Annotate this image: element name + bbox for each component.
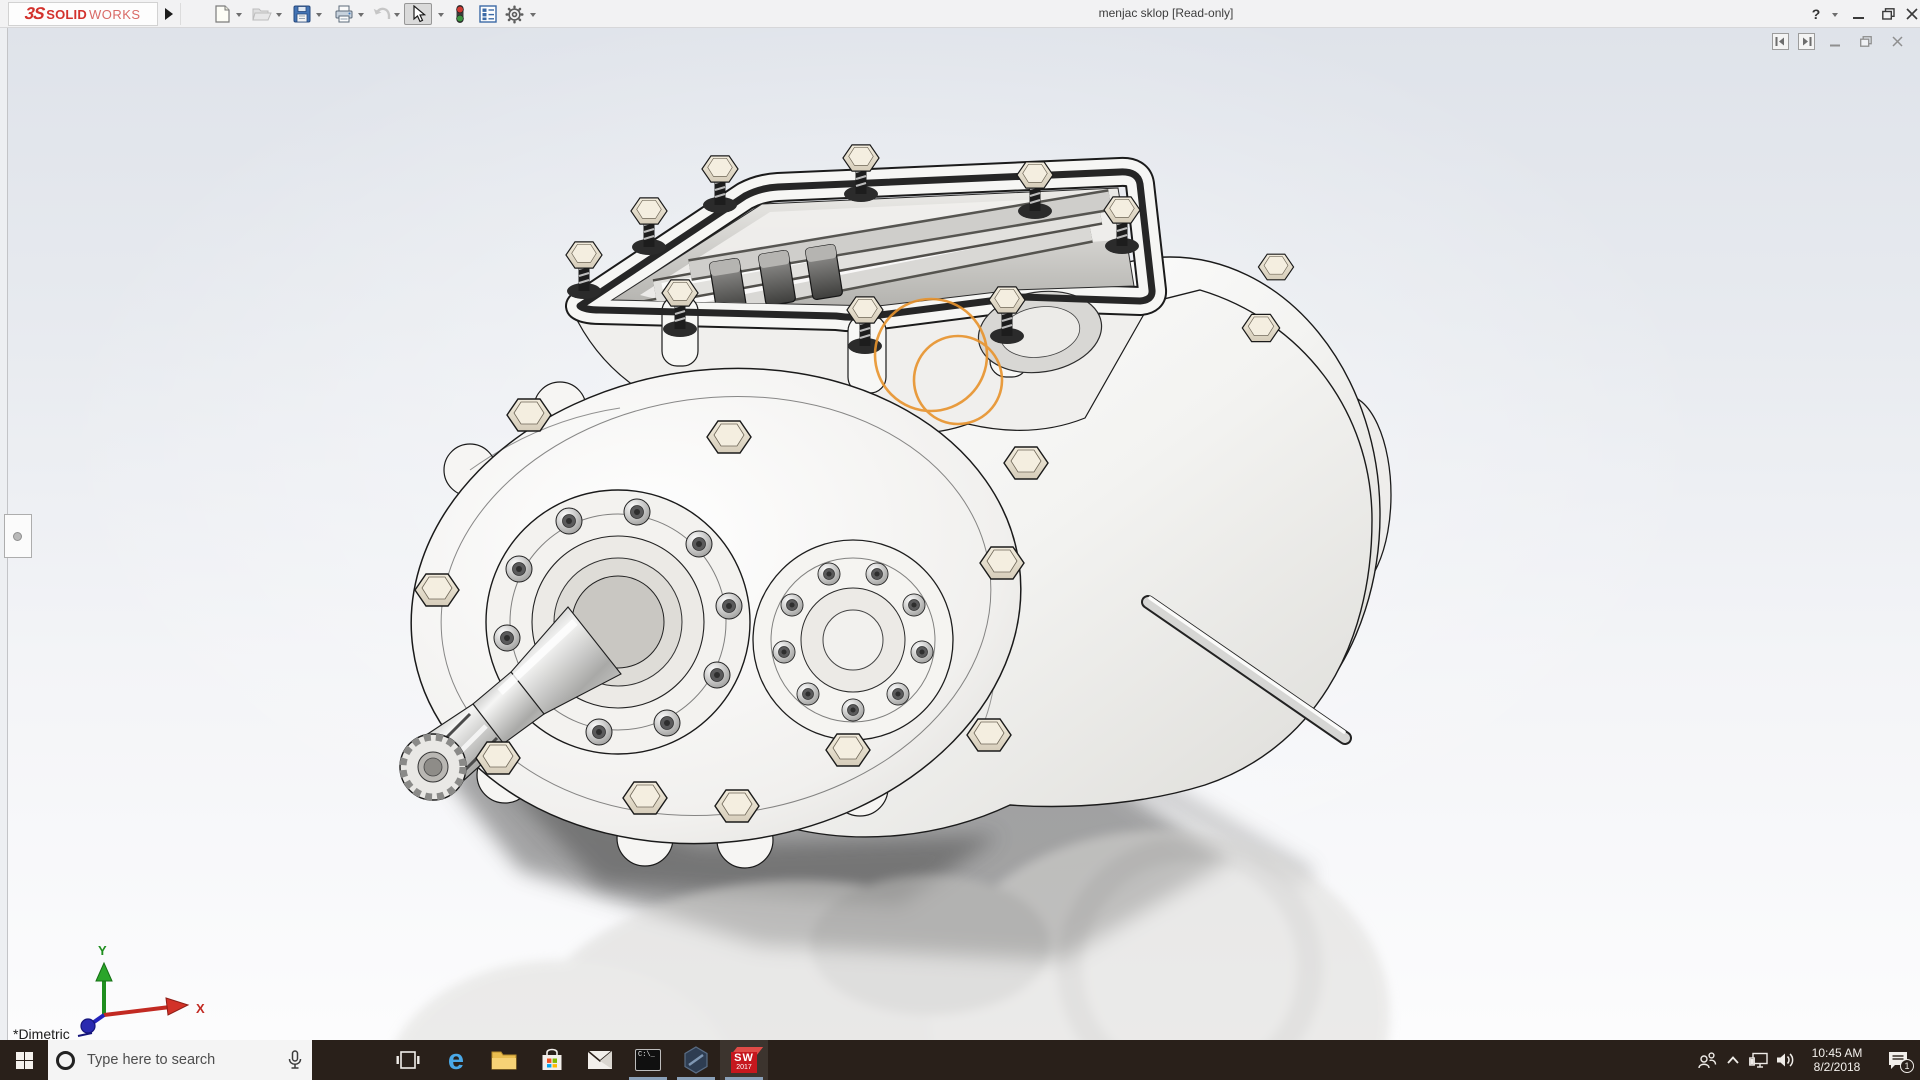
restore-icon <box>1881 8 1895 20</box>
notification-badge: 1 <box>1900 1059 1914 1073</box>
doc-minimize-icon <box>1830 44 1840 46</box>
traffic-lights-icon <box>456 5 464 23</box>
taskbar: e <box>0 1040 1920 1080</box>
x-axis-arrow <box>165 997 190 1016</box>
task-view-icon <box>396 1051 420 1069</box>
network-icon[interactable] <box>1746 1040 1772 1080</box>
undo-icon <box>373 7 390 19</box>
command-prompt-icon: C:\_ <box>635 1049 661 1071</box>
graphics-area[interactable]: Y X *Dimetric <box>0 28 1920 1040</box>
hex-app-icon <box>684 1046 708 1074</box>
windows-logo-icon <box>15 1051 33 1069</box>
mail-button[interactable] <box>576 1040 624 1080</box>
solidworks-button[interactable]: SW 2017 <box>720 1040 768 1080</box>
orientation-triad: Y X <box>77 943 205 1037</box>
gear-icon <box>505 5 523 23</box>
solidworks-icon: SW 2017 <box>730 1046 764 1074</box>
hex-app-button[interactable] <box>672 1040 720 1080</box>
taskbar-search[interactable] <box>48 1040 312 1080</box>
select-tool-button[interactable] <box>404 3 432 25</box>
x-axis-label: X <box>196 1001 205 1016</box>
pane-toggle-right-button[interactable] <box>1798 33 1815 50</box>
undo-caret[interactable] <box>392 11 402 19</box>
start-button[interactable] <box>0 1040 48 1080</box>
panel-tab-dot <box>13 532 22 541</box>
volume-icon[interactable] <box>1772 1040 1798 1080</box>
open-icon <box>252 8 272 21</box>
select-cursor-icon <box>412 5 426 23</box>
edge-icon: e <box>447 1043 465 1076</box>
secondary-flange <box>752 539 954 741</box>
help-caret[interactable] <box>1830 11 1840 19</box>
doc-minimize-button[interactable] <box>1824 33 1846 50</box>
print-icon <box>335 5 353 23</box>
search-input[interactable] <box>75 1052 288 1068</box>
collapsed-panel-tab[interactable] <box>4 514 32 558</box>
minimize-icon <box>1852 16 1864 19</box>
title-bar: 3S SOLID WORKS menjac sklop [Read-only] … <box>0 0 1920 28</box>
minimize-button[interactable] <box>1844 2 1872 26</box>
new-document-button[interactable] <box>210 3 234 25</box>
tray-chevron-icon[interactable] <box>1720 1040 1746 1080</box>
doc-close-button[interactable] <box>1886 33 1908 50</box>
brand-mark: 3S <box>24 4 46 23</box>
action-center-button[interactable]: 1 <box>1876 1040 1920 1080</box>
window-title: menjac sklop [Read-only] <box>1098 6 1234 20</box>
file-explorer-button[interactable] <box>480 1040 528 1080</box>
select-tool-caret[interactable] <box>436 11 446 19</box>
new-document-caret[interactable] <box>234 11 244 19</box>
file-explorer-icon <box>491 1051 517 1070</box>
print-caret[interactable] <box>356 11 366 19</box>
save-button[interactable] <box>290 3 314 25</box>
tray-date: 8/2/2018 <box>1813 1060 1861 1074</box>
top-cover-opening <box>565 156 1168 394</box>
open-button[interactable] <box>250 3 274 25</box>
solidworks-window: 3S SOLID WORKS menjac sklop [Read-only] … <box>0 0 1920 1080</box>
print-button[interactable] <box>332 3 356 25</box>
menu-flyout-icon[interactable] <box>163 7 175 21</box>
store-button[interactable] <box>528 1040 576 1080</box>
cortana-icon <box>56 1050 75 1070</box>
open-caret[interactable] <box>274 11 284 19</box>
properties-list-icon <box>479 5 497 23</box>
z-axis-knob <box>80 1018 96 1034</box>
doc-restore-icon <box>1860 36 1872 47</box>
options-caret[interactable] <box>528 11 538 19</box>
help-button[interactable]: ? <box>1806 4 1826 24</box>
pane-toggle-left-button[interactable] <box>1772 33 1789 50</box>
new-document-icon <box>214 5 230 23</box>
undo-button[interactable] <box>370 3 394 25</box>
tray-clock[interactable]: 10:45 AM 8/2/2018 <box>1804 1046 1870 1074</box>
toolbar-separator <box>180 3 181 25</box>
pane-left-icon <box>1775 37 1784 46</box>
people-icon[interactable] <box>1694 1040 1720 1080</box>
y-axis-label: Y <box>98 943 107 958</box>
document-window-controls <box>1772 33 1908 50</box>
close-icon <box>1906 8 1918 20</box>
mail-icon <box>587 1050 613 1069</box>
doc-close-icon <box>1891 36 1903 47</box>
save-icon <box>293 5 311 23</box>
task-view-button[interactable] <box>384 1040 432 1080</box>
microphone-icon[interactable] <box>288 1050 302 1070</box>
system-tray: 10:45 AM 8/2/2018 1 <box>1694 1040 1920 1080</box>
save-caret[interactable] <box>314 11 324 19</box>
view-orientation-label: *Dimetric <box>13 1026 70 1040</box>
gearbox-model[interactable] <box>0 28 1920 1040</box>
pane-right-icon <box>1803 37 1812 46</box>
lights-button[interactable] <box>448 3 472 25</box>
options-button[interactable] <box>502 3 526 25</box>
tray-time: 10:45 AM <box>1811 1046 1863 1060</box>
properties-list-button[interactable] <box>476 3 500 25</box>
store-icon <box>542 1048 562 1070</box>
command-prompt-button[interactable]: C:\_ <box>624 1040 672 1080</box>
edge-button[interactable]: e <box>432 1040 480 1080</box>
solidworks-logo[interactable]: 3S SOLID WORKS <box>8 2 158 26</box>
y-axis-arrow <box>95 961 113 982</box>
close-button[interactable] <box>1898 2 1920 26</box>
doc-restore-button[interactable] <box>1855 33 1877 50</box>
